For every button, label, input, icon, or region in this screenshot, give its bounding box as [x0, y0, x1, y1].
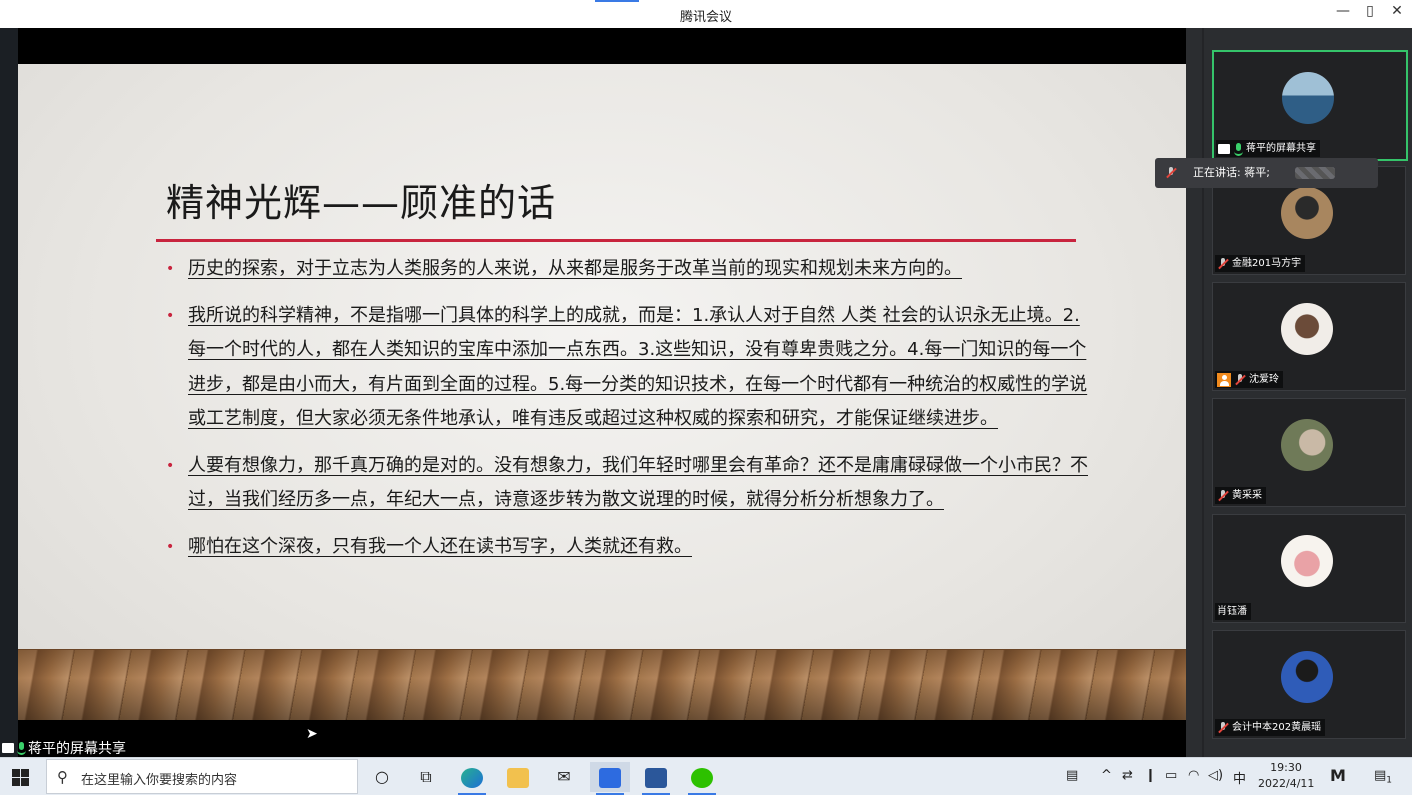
participant-name: 肖钰潘 [1217, 606, 1247, 617]
participant-tile[interactable]: 会计中本202黄晨瑶 [1212, 630, 1406, 739]
file-explorer-icon[interactable] [498, 762, 538, 792]
wood-floor-decoration [18, 649, 1186, 720]
screen-icon [2, 743, 14, 753]
restore-button[interactable]: ▯ [1360, 3, 1380, 19]
speaking-indicator: 正在讲话: 蒋平; [1155, 158, 1378, 188]
bullet-item: 哪怕在这个深夜，只有我一个人还在读书写字，人类就还有救。 [166, 530, 1096, 565]
screen-icon [1218, 143, 1230, 154]
search-placeholder: 在这里输入你要搜索的内容 [81, 773, 238, 788]
mail-icon[interactable]: ✉ [544, 762, 584, 792]
left-strip [0, 28, 18, 757]
mic-off-icon [1217, 721, 1229, 734]
tencent-meeting-icon[interactable] [590, 762, 630, 795]
avatar [1281, 651, 1333, 703]
close-button[interactable]: ✕ [1387, 3, 1407, 19]
notification-center-icon[interactable]: ▤1 [1374, 768, 1392, 786]
title-accent [595, 0, 639, 2]
search-icon: ⚲ [57, 768, 68, 786]
bullet-list: 历史的探索，对于立志为人类服务的人来说，从来都是服务于改革当前的现实和规划未来方… [166, 252, 1096, 576]
bullet-text: 我所说的科学精神，不是指哪一门具体的科学上的成就，而是：1.承认人对于自然 人类… [188, 304, 1088, 430]
wifi-icon[interactable]: ◠ [1188, 768, 1199, 783]
participant-tile[interactable]: 沈爱玲 [1212, 282, 1406, 391]
participant-name-tag: 沈爱玲 [1215, 371, 1283, 388]
clock-time: 19:30 [1270, 761, 1302, 774]
person-icon [1217, 372, 1231, 387]
bullet-text: 历史的探索，对于立志为人类服务的人来说，从来都是服务于改革当前的现实和规划未来方… [188, 258, 962, 279]
mic-on-icon [16, 742, 26, 755]
clock-date: 2022/4/11 [1258, 777, 1315, 790]
participant-name-tag: 肖钰潘 [1215, 603, 1251, 620]
microphone-icon[interactable]: ❙ [1145, 768, 1156, 783]
keyboard-icon[interactable]: ▤ [1066, 768, 1078, 783]
network-icon[interactable]: ⇄ [1122, 768, 1133, 783]
notification-count: 1 [1386, 775, 1393, 786]
mic-off-icon [1165, 167, 1177, 179]
word-icon[interactable] [636, 762, 676, 795]
participant-name-tag: 金融201马方宇 [1215, 255, 1306, 272]
minimize-button[interactable]: — [1333, 3, 1353, 19]
avatar [1281, 419, 1333, 471]
mic-off-icon [1217, 489, 1229, 502]
participant-name: 沈爱玲 [1249, 374, 1279, 385]
screen-share-label-text: 蒋平的屏幕共享 [28, 741, 126, 757]
participant-name: 蒋平的屏幕共享 [1246, 143, 1316, 154]
bullet-text: 哪怕在这个深夜，只有我一个人还在读书写字，人类就还有救。 [188, 535, 692, 557]
presentation-slide: 精神光辉——顾准的话 历史的探索，对于立志为人类服务的人来说，从来都是服务于改革… [18, 64, 1186, 720]
mic-off-icon [1217, 257, 1229, 270]
mic-off-icon [1234, 373, 1246, 386]
screen-share-label: 蒋平的屏幕共享 [2, 738, 126, 758]
participant-name-tag: 黄采采 [1215, 487, 1266, 504]
bullet-item: 历史的探索，对于立志为人类服务的人来说，从来都是服务于改革当前的现实和规划未来方… [166, 252, 1096, 287]
avatar [1281, 187, 1333, 239]
speaking-text: 正在讲话: 蒋平; [1193, 166, 1270, 179]
app-tray-icon[interactable]: M [1330, 766, 1346, 785]
participant-name-tag: 蒋平的屏幕共享 [1216, 140, 1320, 157]
edge-icon[interactable] [452, 762, 492, 795]
participant-name: 黄采采 [1232, 490, 1262, 501]
clock[interactable]: 19:30 2022/4/11 [1258, 760, 1314, 792]
taskbar-search-box[interactable]: ⚲ 在这里输入你要搜索的内容 [46, 759, 358, 794]
participant-tile[interactable]: 蒋平的屏幕共享 [1212, 50, 1408, 161]
battery-icon[interactable]: ▭ [1165, 768, 1177, 783]
bullet-text: 人要有想像力，那千真万确的是对的。没有想象力，我们年轻时哪里会有革命？还不是庸庸… [188, 454, 1088, 511]
mouse-cursor-icon: ➤ [306, 726, 318, 742]
task-view-icon[interactable]: ⧉ [406, 762, 446, 792]
wechat-icon[interactable] [682, 762, 722, 795]
windows-start-icon[interactable] [12, 769, 29, 786]
participant-tile[interactable]: 肖钰潘 [1212, 514, 1406, 623]
show-hidden-icons-chevron-icon[interactable]: ^ [1101, 768, 1112, 783]
participant-name: 金融201马方宇 [1232, 258, 1302, 269]
bullet-item: 我所说的科学精神，不是指哪一门具体的科学上的成就，而是：1.承认人对于自然 人类… [166, 299, 1096, 437]
avatar [1282, 72, 1334, 124]
title-underline [156, 239, 1076, 242]
slide-title: 精神光辉——顾准的话 [166, 181, 557, 225]
avatar [1281, 535, 1333, 587]
participant-tile[interactable]: 黄采采 [1212, 398, 1406, 507]
mic-on-icon [1233, 142, 1243, 156]
avatar [1281, 303, 1333, 355]
ime-indicator[interactable]: 中 [1233, 768, 1246, 787]
cortana-icon[interactable]: ○ [362, 762, 402, 792]
window-title: 腾讯会议 [679, 10, 732, 25]
volume-icon[interactable]: ◁) [1208, 768, 1223, 783]
bullet-item: 人要有想像力，那千真万确的是对的。没有想象力，我们年轻时哪里会有革命？还不是庸庸… [166, 449, 1096, 518]
taskbar: ⚲ 在这里输入你要搜索的内容 ○ ⧉ ✉ ▤ ^ ⇄ ❙ ▭ ◠ ◁) 中 19… [0, 757, 1412, 795]
participant-name: 会计中本202黄晨瑶 [1232, 722, 1322, 733]
participant-name-tag: 会计中本202黄晨瑶 [1215, 719, 1326, 736]
title-bar: 腾讯会议 — ▯ ✕ [0, 0, 1412, 29]
redacted-mark [1295, 167, 1335, 179]
panel-divider [1202, 28, 1204, 757]
